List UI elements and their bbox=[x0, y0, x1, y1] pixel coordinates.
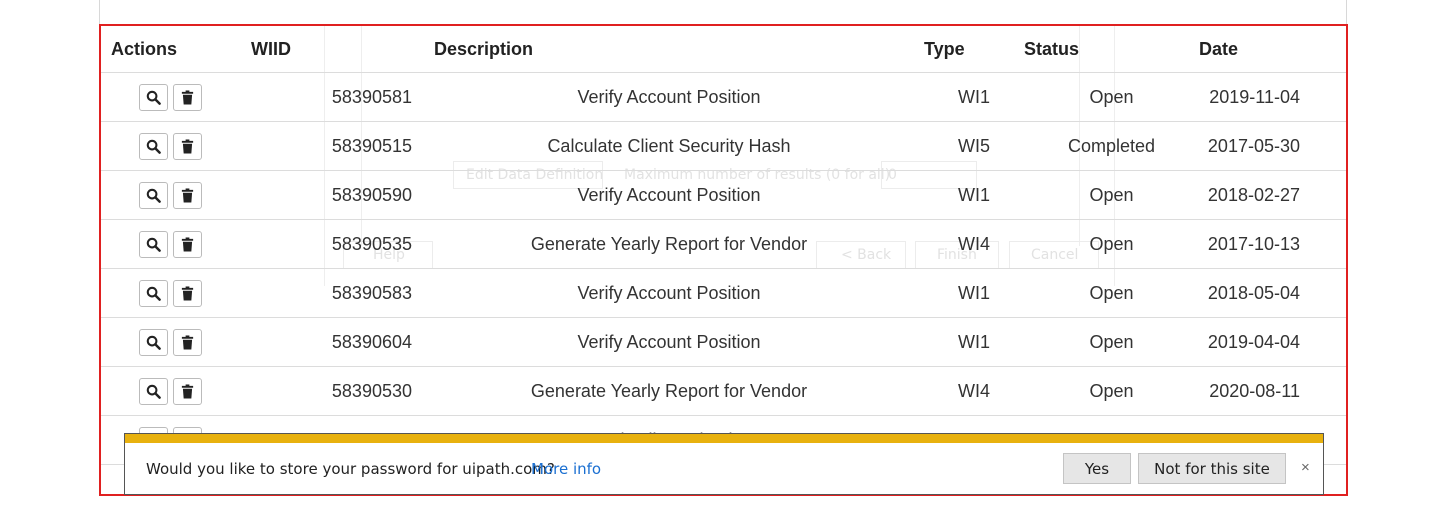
cell-type: WI1 bbox=[924, 268, 1024, 318]
cell-date: 2019-11-04 bbox=[1199, 72, 1346, 122]
delete-button[interactable] bbox=[173, 83, 202, 111]
cell-type: WI5 bbox=[924, 121, 1024, 171]
work-items-table-frame: Edit Data Definition Maximum number of r… bbox=[99, 24, 1348, 496]
column-header-description: Description bbox=[414, 26, 924, 73]
view-button[interactable] bbox=[139, 132, 168, 160]
work-items-table: Actions WIID Description Type Status Dat… bbox=[101, 26, 1346, 465]
search-icon bbox=[146, 139, 161, 154]
view-button[interactable] bbox=[139, 377, 168, 405]
table-row: 58390583 Verify Account Position WI1 Open 20… bbox=[101, 268, 1346, 318]
save-password-message: Would you like to store your password fo… bbox=[146, 460, 555, 478]
row-actions bbox=[101, 317, 251, 367]
cell-description: Generate Yearly Report for Vendor bbox=[414, 219, 924, 269]
row-actions bbox=[101, 219, 251, 269]
cell-status: Open bbox=[1024, 317, 1199, 367]
trash-icon bbox=[181, 383, 194, 399]
cell-description: Generate Yearly Report for Vendor bbox=[414, 366, 924, 416]
search-icon bbox=[146, 335, 161, 350]
cell-description: Verify Account Position bbox=[414, 72, 924, 122]
row-actions bbox=[101, 121, 251, 171]
cell-date: 2017-10-13 bbox=[1199, 219, 1346, 269]
column-header-type: Type bbox=[924, 26, 1024, 73]
cell-wiid: 58390581 bbox=[251, 72, 414, 122]
more-info-link[interactable]: More info bbox=[531, 460, 601, 478]
column-header-status: Status bbox=[1024, 26, 1199, 73]
not-for-this-site-button[interactable]: Not for this site bbox=[1138, 453, 1286, 484]
row-actions bbox=[101, 72, 251, 122]
search-icon bbox=[146, 286, 161, 301]
delete-button[interactable] bbox=[173, 230, 202, 258]
save-password-bar: Would you like to store your password fo… bbox=[124, 433, 1324, 495]
trash-icon bbox=[181, 285, 194, 301]
cell-wiid: 58390583 bbox=[251, 268, 414, 318]
search-icon bbox=[146, 188, 161, 203]
table-row: 58390515 Calculate Client Security Hash WI… bbox=[101, 121, 1346, 171]
trash-icon bbox=[181, 236, 194, 252]
cell-status: Open bbox=[1024, 219, 1199, 269]
column-header-date: Date bbox=[1199, 26, 1346, 73]
view-button[interactable] bbox=[139, 328, 168, 356]
table-row: 58390530 Generate Yearly Report for Vendo… bbox=[101, 366, 1346, 416]
cell-type: WI4 bbox=[924, 219, 1024, 269]
delete-button[interactable] bbox=[173, 132, 202, 160]
cell-type: WI1 bbox=[924, 72, 1024, 122]
cell-wiid: 58390530 bbox=[251, 366, 414, 416]
view-button[interactable] bbox=[139, 230, 168, 258]
cell-description: Calculate Client Security Hash bbox=[414, 121, 924, 171]
search-icon bbox=[146, 90, 161, 105]
trash-icon bbox=[181, 187, 194, 203]
delete-button[interactable] bbox=[173, 279, 202, 307]
cell-date: 2017-05-30 bbox=[1199, 121, 1346, 171]
delete-button[interactable] bbox=[173, 377, 202, 405]
table-row: 58390604 Verify Account Position WI1 Open 20… bbox=[101, 317, 1346, 367]
cell-status: Completed bbox=[1024, 121, 1199, 171]
cell-type: WI4 bbox=[924, 366, 1024, 416]
cell-status: Open bbox=[1024, 170, 1199, 220]
view-button[interactable] bbox=[139, 83, 168, 111]
cell-description: Verify Account Position bbox=[414, 170, 924, 220]
trash-icon bbox=[181, 334, 194, 350]
table-row: 58390590 Verify Account Position WI1 Open 20… bbox=[101, 170, 1346, 220]
cell-date: 2018-02-27 bbox=[1199, 170, 1346, 220]
cell-wiid: 58390590 bbox=[251, 170, 414, 220]
cell-status: Open bbox=[1024, 366, 1199, 416]
cell-description: Verify Account Position bbox=[414, 317, 924, 367]
delete-button[interactable] bbox=[173, 328, 202, 356]
table-body: 58390581 Verify Account Position WI1 Open 20… bbox=[101, 72, 1346, 465]
cell-wiid: 58390515 bbox=[251, 121, 414, 171]
yes-button[interactable]: Yes bbox=[1063, 453, 1131, 484]
trash-icon bbox=[181, 138, 194, 154]
cell-date: 2019-04-04 bbox=[1199, 317, 1346, 367]
cell-wiid: 58390604 bbox=[251, 317, 414, 367]
column-header-actions: Actions bbox=[101, 26, 251, 73]
page-container-edge bbox=[99, 0, 1347, 26]
cell-date: 2018-05-04 bbox=[1199, 268, 1346, 318]
cell-wiid: 58390535 bbox=[251, 219, 414, 269]
cell-description: Verify Account Position bbox=[414, 268, 924, 318]
cell-type: WI1 bbox=[924, 170, 1024, 220]
table-row: 58390535 Generate Yearly Report for Vendo… bbox=[101, 219, 1346, 269]
row-actions bbox=[101, 268, 251, 318]
table-header-row: Actions WIID Description Type Status Dat… bbox=[101, 26, 1346, 73]
search-icon bbox=[146, 384, 161, 399]
search-icon bbox=[146, 237, 161, 252]
row-actions bbox=[101, 366, 251, 416]
row-actions bbox=[101, 170, 251, 220]
trash-icon bbox=[181, 89, 194, 105]
view-button[interactable] bbox=[139, 181, 168, 209]
close-icon[interactable]: × bbox=[1301, 459, 1310, 476]
cell-type: WI1 bbox=[924, 317, 1024, 367]
delete-button[interactable] bbox=[173, 181, 202, 209]
table-row: 58390581 Verify Account Position WI1 Open 20… bbox=[101, 72, 1346, 122]
column-header-wiid: WIID bbox=[251, 26, 414, 73]
cell-status: Open bbox=[1024, 268, 1199, 318]
view-button[interactable] bbox=[139, 279, 168, 307]
cell-date: 2020-08-11 bbox=[1199, 366, 1346, 416]
save-password-accent-stripe bbox=[125, 434, 1323, 443]
cell-status: Open bbox=[1024, 72, 1199, 122]
